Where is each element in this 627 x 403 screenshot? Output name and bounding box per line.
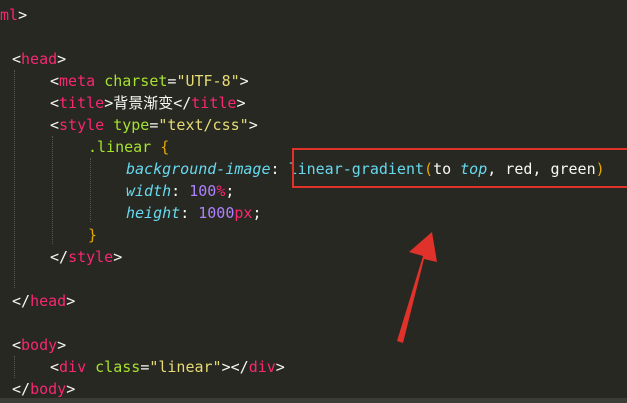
arrow-shape bbox=[397, 232, 437, 343]
horizontal-scrollbar[interactable] bbox=[0, 398, 627, 403]
annotation-arrow bbox=[397, 232, 437, 343]
code-editor[interactable]: ml> <head> <meta charset="UTF-8"> <title>背景… bbox=[0, 0, 627, 403]
